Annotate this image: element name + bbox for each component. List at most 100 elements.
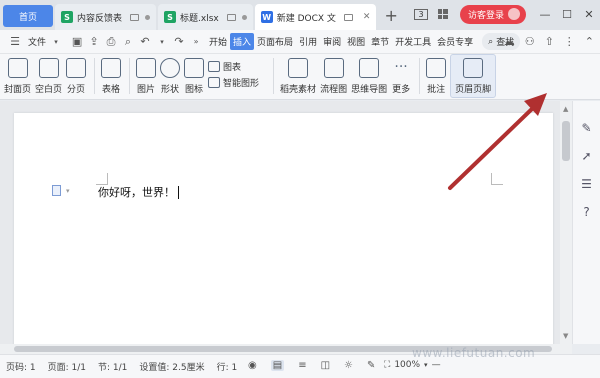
menu-file[interactable]: 文件: [25, 33, 49, 50]
pen-icon[interactable]: ✎: [580, 121, 594, 135]
cloud-icon[interactable]: ☁: [504, 35, 515, 48]
web-view-icon[interactable]: ◫: [321, 360, 330, 371]
menu-member[interactable]: 会员专享: [434, 33, 476, 50]
table-button[interactable]: 表格: [101, 54, 122, 98]
tab-feedback[interactable]: S 内容反馈表: [55, 4, 157, 30]
dot-icon: [145, 14, 151, 20]
undo-icon[interactable]: ↶: [138, 35, 152, 49]
header-footer-button[interactable]: 页眉页脚: [450, 54, 497, 98]
tab-title-xlsx[interactable]: S 标题.xlsx: [158, 4, 253, 30]
guest-login-button[interactable]: 访客登录: [459, 4, 526, 24]
chart-smartart-group: 图表 智能图形: [208, 54, 259, 90]
text-cursor: [178, 185, 179, 199]
smartart-button[interactable]: 智能图形: [208, 74, 259, 90]
apps-grid-icon[interactable]: [437, 9, 448, 19]
cover-page-icon: [7, 58, 28, 78]
material-button[interactable]: 稻壳素材: [280, 54, 316, 98]
document-area: ▾ 你好呀，世界！ ▲ ▼: [0, 101, 572, 353]
menu-section[interactable]: 章节: [368, 33, 392, 50]
chart-button[interactable]: 图表: [208, 58, 259, 74]
shape-icon: [160, 58, 181, 78]
share-icon[interactable]: ⇧: [545, 35, 554, 48]
table-icon: [101, 58, 122, 78]
menu-page-layout[interactable]: 页面布局: [254, 33, 296, 50]
edit-pen-icon[interactable]: ✎: [367, 360, 375, 371]
menu-view[interactable]: 视图: [344, 33, 368, 50]
vertical-scrollbar[interactable]: ▲ ▼: [560, 101, 572, 344]
search-icon: ⌕: [488, 36, 494, 47]
side-tool-panel: ✎ ➚ ☰ ?: [572, 101, 600, 344]
document-text[interactable]: 你好呀，世界！: [98, 184, 179, 200]
zoom-control[interactable]: ⛶ 100% ▾ —: [384, 360, 441, 370]
maximize-button[interactable]: ☐: [556, 8, 578, 21]
picture-label: 图片: [137, 85, 156, 95]
header-footer-label: 页眉页脚: [455, 85, 492, 95]
more-chevron-icon[interactable]: »: [189, 35, 203, 49]
export-icon[interactable]: ⇪: [87, 35, 101, 49]
chevron-down-icon: ▾: [54, 37, 58, 46]
flowchart-button[interactable]: 流程图: [320, 54, 347, 98]
window-count-badge[interactable]: 3: [413, 8, 428, 20]
outline-view-icon[interactable]: ≡: [298, 360, 306, 371]
page-break-icon: [66, 58, 87, 78]
ribbon-divider: [94, 58, 96, 94]
menu-review[interactable]: 审阅: [320, 33, 344, 50]
save-icon[interactable]: ▣: [70, 35, 84, 49]
icon-button[interactable]: 图标: [184, 54, 205, 98]
preview-icon[interactable]: ⌕: [121, 35, 135, 49]
mindmap-label: 思维导图: [351, 85, 388, 95]
help-icon[interactable]: ?: [580, 205, 594, 219]
paragraph-layout-icon[interactable]: [52, 185, 61, 196]
redo-icon[interactable]: ↷: [172, 35, 186, 49]
scroll-down-icon[interactable]: ▼: [563, 332, 568, 340]
insert-ribbon: 封面页 空白页 分页 表格 图片 形状 图标 图表 智能图形 稻壳素材 流程图 …: [0, 54, 600, 100]
menu-developer[interactable]: 开发工具: [392, 33, 434, 50]
fit-page-icon[interactable]: ⛶: [384, 360, 390, 370]
page-view-icon[interactable]: ▤: [270, 360, 285, 371]
chevron-down-icon: ▾: [424, 361, 428, 369]
more-label: 更多: [392, 85, 411, 95]
comment-icon: [426, 58, 447, 78]
scroll-up-icon[interactable]: ▲: [563, 105, 568, 113]
more-button[interactable]: ··· 更多: [391, 54, 411, 98]
collaborate-icon[interactable]: ⚇: [525, 35, 535, 48]
document-paragraph: 你好呀，世界！: [98, 186, 175, 199]
mindmap-button[interactable]: 思维导图: [351, 54, 387, 98]
zoom-out-icon[interactable]: —: [432, 360, 441, 370]
chevron-down-icon: ▾: [66, 187, 70, 195]
dot-icon: [241, 14, 247, 20]
page-break-button[interactable]: 分页: [66, 54, 87, 98]
read-mode-icon[interactable]: ☼: [344, 360, 353, 371]
picture-icon: [136, 58, 157, 78]
close-window-button[interactable]: ✕: [578, 8, 600, 21]
more-dots-icon: ···: [394, 59, 408, 75]
menu-insert[interactable]: 插入: [230, 33, 255, 50]
tab-new-docx[interactable]: W 新建 DOCX 文 ✕: [254, 4, 377, 30]
page-break-label: 分页: [67, 85, 86, 95]
chart-icon: [208, 60, 221, 72]
cursor-icon[interactable]: ➚: [580, 149, 594, 163]
close-tab-icon[interactable]: ✕: [363, 12, 371, 22]
status-page: 页面: 1/1: [47, 363, 87, 373]
tab-home[interactable]: 首页: [3, 5, 53, 27]
comment-button[interactable]: 批注: [426, 54, 447, 98]
print-icon[interactable]: ⎙: [104, 35, 118, 49]
scroll-thumb[interactable]: [562, 121, 570, 161]
menu-references[interactable]: 引用: [296, 33, 320, 50]
blank-page-button[interactable]: 空白页: [35, 54, 62, 98]
eye-icon[interactable]: ◉: [248, 360, 257, 371]
hamburger-icon[interactable]: ☰: [8, 35, 22, 49]
smartart-icon: [208, 76, 221, 88]
more-icon[interactable]: ⋮: [564, 35, 575, 48]
new-tab-button[interactable]: +: [384, 6, 397, 25]
sliders-icon[interactable]: ☰: [580, 177, 594, 191]
title-bar: 首页 S 内容反馈表 S 标题.xlsx W 新建 DOCX 文 ✕ + 3 访…: [0, 0, 600, 30]
shape-button[interactable]: 形状: [160, 54, 181, 98]
menu-home[interactable]: 开始: [206, 33, 230, 50]
picture-button[interactable]: 图片: [136, 54, 157, 98]
document-page[interactable]: ▾ 你好呀，世界！: [14, 113, 553, 353]
minimize-button[interactable]: —: [534, 8, 556, 21]
cover-page-button[interactable]: 封面页: [4, 54, 31, 98]
header-footer-icon: [463, 58, 484, 78]
collapse-ribbon-icon[interactable]: ⌃: [585, 35, 594, 48]
